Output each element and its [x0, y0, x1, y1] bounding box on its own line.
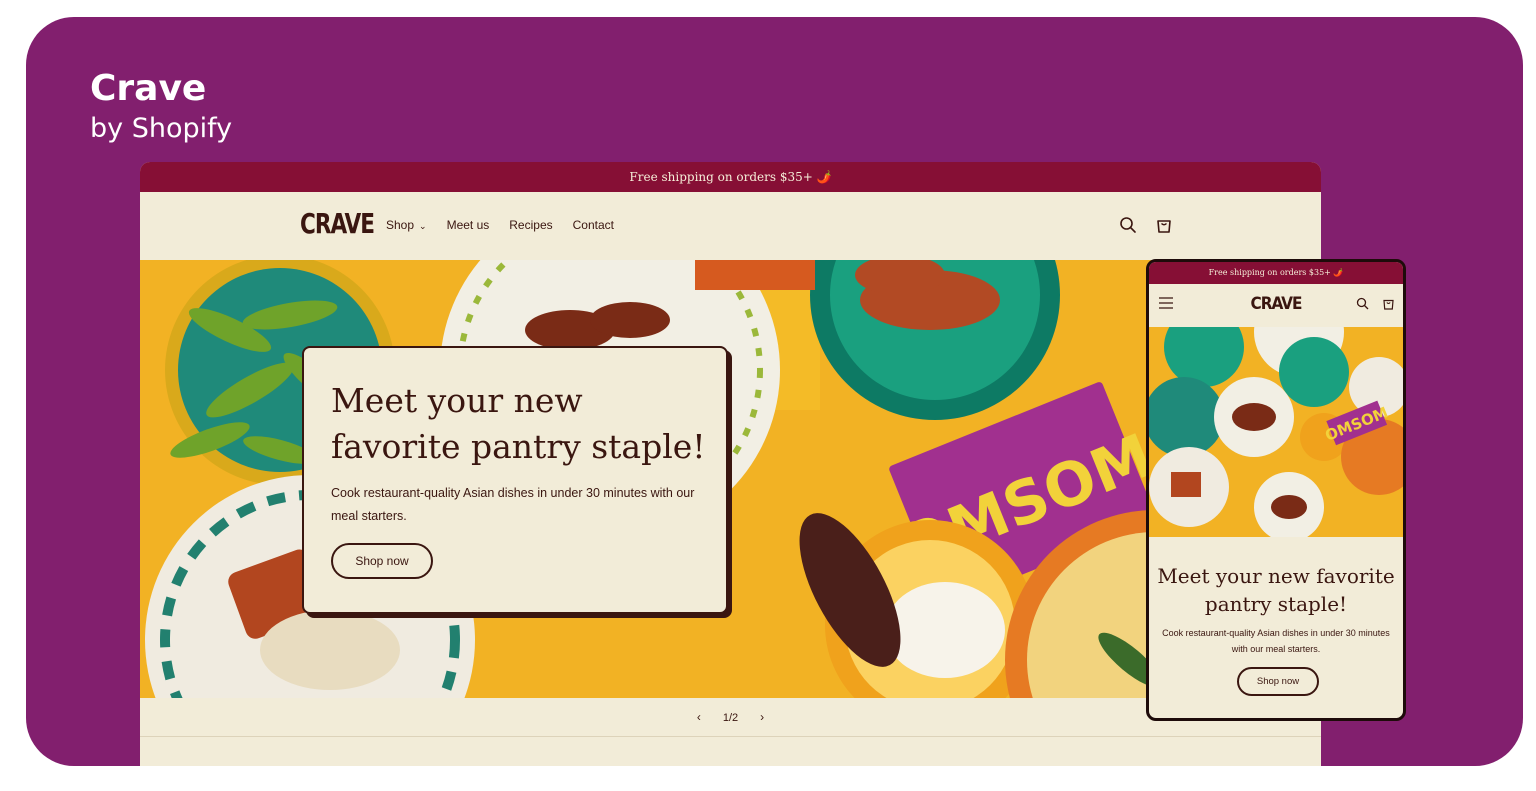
crave-logo[interactable]: CRAVE: [300, 208, 375, 240]
theme-byline: by Shopify: [90, 113, 233, 144]
hero-card: Meet your new favorite pantry staple! Co…: [302, 346, 728, 614]
shop-now-button[interactable]: Shop now: [331, 543, 433, 579]
nav-recipes[interactable]: Recipes: [509, 218, 552, 232]
nav-contact[interactable]: Contact: [573, 218, 614, 232]
cart-icon[interactable]: [1382, 297, 1395, 310]
slide-counter: 1/2: [722, 712, 739, 724]
mobile-shop-now-button[interactable]: Shop now: [1237, 667, 1319, 696]
search-icon[interactable]: [1119, 216, 1137, 234]
site-header: CRAVE Shop ⌄ Meet us Recipes Contact: [140, 192, 1321, 260]
mobile-preview: Free shipping on orders $35+ 🌶️ CRAVE OM…: [1146, 259, 1406, 721]
mobile-hero-heading: Meet your new favorite pantry staple!: [1157, 564, 1395, 616]
mobile-hero-description: Cook restaurant-quality Asian dishes in …: [1162, 628, 1390, 654]
mobile-header-icons: [1356, 297, 1395, 310]
nav-meet-us[interactable]: Meet us: [447, 218, 490, 232]
previous-slide-icon[interactable]: ‹: [697, 698, 701, 736]
header-icons: [1119, 216, 1173, 234]
mobile-food-photo: OMSOM: [1149, 327, 1403, 537]
mobile-announcement-bar: Free shipping on orders $35+ 🌶️: [1149, 262, 1403, 284]
mobile-hero-image: OMSOM: [1149, 327, 1403, 537]
hero-heading: Meet your new favorite pantry staple!: [331, 381, 706, 466]
theme-showcase: Crave by Shopify Free shipping on orders…: [26, 17, 1523, 766]
nav-shop[interactable]: Shop ⌄: [386, 218, 427, 232]
theme-title: Crave: [90, 68, 207, 109]
hero-banner: OMSOM Meet your new favorite pantry stap…: [140, 260, 1321, 698]
nav-shop-label: Shop: [386, 218, 415, 232]
cart-icon[interactable]: [1155, 216, 1173, 234]
announcement-bar: Free shipping on orders $35+ 🌶️: [140, 162, 1321, 192]
next-slide-icon[interactable]: ›: [760, 698, 764, 736]
main-navigation: Shop ⌄ Meet us Recipes Contact: [386, 218, 614, 232]
search-icon[interactable]: [1356, 297, 1369, 310]
slideshow-pager: ‹ 1/2 ›: [140, 698, 1321, 737]
hero-description: Cook restaurant-quality Asian dishes in …: [331, 486, 695, 523]
mobile-header: CRAVE: [1149, 284, 1403, 327]
chevron-down-icon: ⌄: [419, 221, 427, 231]
desktop-preview: Free shipping on orders $35+ 🌶️ CRAVE Sh…: [140, 162, 1321, 766]
